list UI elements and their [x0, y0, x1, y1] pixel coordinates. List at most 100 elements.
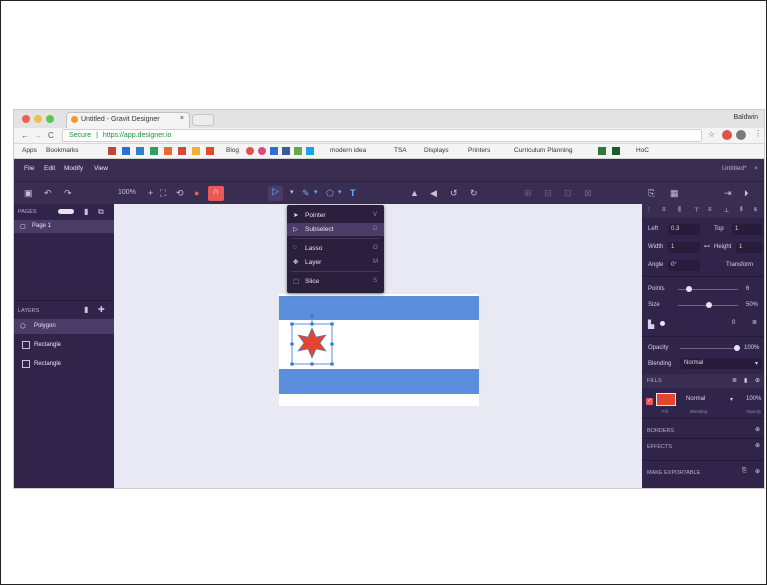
tool-dropdown-icon[interactable]: ▾ — [290, 188, 294, 196]
magnet-icon[interactable]: ∩ — [208, 186, 224, 201]
tool-dropdown-icon[interactable]: ▾ — [314, 188, 318, 196]
opacity-value[interactable]: 100% — [744, 345, 759, 351]
rectangle-shape[interactable] — [279, 369, 479, 394]
size-value[interactable]: 50% — [746, 302, 758, 308]
page-item[interactable]: ▢ Page 1 — [14, 220, 114, 233]
bookmark-icon[interactable] — [282, 147, 290, 155]
polygon-star-shape[interactable] — [287, 314, 337, 370]
fit-icon[interactable]: ⛶ — [160, 188, 166, 199]
document-tab-close-icon[interactable]: × — [754, 165, 758, 172]
add-effect-icon[interactable]: ⊕ — [755, 442, 760, 449]
shape-tool-icon[interactable]: ⬠ — [326, 188, 334, 199]
align-bottom-icon[interactable]: ⊥ — [724, 207, 729, 214]
boolean-icon[interactable]: ⊟ — [544, 188, 552, 199]
maximize-window-icon[interactable] — [46, 115, 54, 123]
bookmark-item[interactable]: Printers — [468, 147, 490, 154]
undo-icon[interactable]: ↶ — [44, 188, 52, 199]
chevron-down-icon[interactable]: ▾ — [730, 396, 733, 403]
delete-layer-icon[interactable]: ▮ — [84, 305, 88, 314]
add-fill-icon[interactable]: ⊕ — [755, 377, 760, 384]
bookmark-item[interactable]: Displays — [424, 147, 449, 154]
bookmark-icon[interactable] — [246, 147, 254, 155]
menu-item-pointer[interactable]: ➤ Pointer V — [287, 209, 384, 222]
fill-enabled-checkbox[interactable]: ✓ — [646, 398, 653, 405]
layer-item-rectangle[interactable]: Rectangle — [14, 357, 114, 372]
align-right-icon[interactable]: ⫼ — [678, 207, 681, 214]
forward-icon[interactable]: → — [34, 131, 42, 140]
pages-toggle[interactable] — [58, 209, 74, 214]
pointer-tool-icon[interactable]: ▷ — [268, 186, 283, 201]
export-settings-icon[interactable]: ⎘ — [742, 468, 747, 475]
bookmark-icon[interactable] — [612, 147, 620, 155]
distribute-icon[interactable]: ⫴ — [740, 207, 743, 214]
menu-view[interactable]: View — [94, 165, 108, 172]
size-slider-handle[interactable] — [706, 302, 712, 308]
bookmark-icon[interactable] — [598, 147, 606, 155]
bookmark-icon[interactable] — [206, 147, 214, 155]
width-input[interactable]: 1 — [668, 242, 700, 253]
bookmark-icon[interactable] — [164, 147, 172, 155]
top-input[interactable]: 1 — [732, 224, 762, 235]
browser-menu-icon[interactable]: ⋮ — [754, 129, 762, 138]
align-left-icon[interactable]: ⫶ — [648, 207, 650, 214]
distribute-icon[interactable]: ⫵ — [754, 207, 757, 214]
menu-modify[interactable]: Modify — [64, 165, 83, 172]
corner-options-icon[interactable]: ≣ — [752, 319, 757, 326]
lock-ratio-icon[interactable]: ⊷ — [704, 243, 710, 250]
browser-user-name[interactable]: Baldwin — [733, 114, 758, 121]
opacity-slider-handle[interactable] — [734, 345, 740, 351]
height-input[interactable]: 1 — [736, 242, 762, 253]
corner-value[interactable]: 0 — [732, 320, 735, 326]
bookmark-item[interactable]: Apps — [22, 147, 37, 154]
corner-slider-handle[interactable] — [660, 321, 665, 326]
rotate-right-icon[interactable]: ↻ — [470, 188, 478, 199]
bookmark-icon[interactable] — [294, 147, 302, 155]
boolean-icon[interactable]: ⊡ — [564, 188, 572, 199]
rotate-icon[interactable]: ⟲ — [176, 188, 184, 199]
tool-dropdown-icon[interactable]: ▾ — [338, 188, 342, 196]
save-icon[interactable]: ▣ — [24, 188, 33, 199]
layer-item-polygon[interactable]: ⬡ Polygon — [14, 319, 114, 334]
bookmark-icon[interactable] — [122, 147, 130, 155]
fill-color-icon[interactable]: ● — [194, 188, 199, 198]
new-tab-button[interactable] — [192, 114, 214, 126]
menu-item-layer[interactable]: ✥ Layer M — [287, 256, 384, 269]
close-window-icon[interactable] — [22, 115, 30, 123]
bookmark-icon[interactable] — [270, 147, 278, 155]
align-icon[interactable]: ▲ — [410, 188, 419, 198]
menu-item-subselect[interactable]: ▷ Subselect D — [287, 223, 384, 236]
rotate-left-icon[interactable]: ↺ — [450, 188, 458, 199]
delete-page-icon[interactable]: ▮ — [84, 207, 88, 216]
bookmark-item[interactable]: Blog — [226, 147, 239, 154]
pen-tool-icon[interactable]: ✎ — [302, 188, 310, 199]
star-bookmark-icon[interactable]: ☆ — [708, 130, 715, 139]
add-page-icon[interactable]: ⧉ — [98, 207, 104, 217]
flip-icon[interactable]: ◀ — [430, 188, 437, 199]
reload-icon[interactable]: C — [48, 131, 54, 140]
align-center-icon[interactable]: ≡ — [662, 207, 666, 213]
present-icon[interactable]: ▦ — [670, 188, 679, 199]
extension-icon[interactable] — [722, 130, 732, 140]
menu-item-slice[interactable]: ⬚ Slice S — [287, 275, 384, 288]
blending-select[interactable]: Normal ▾ — [680, 358, 762, 369]
add-layer-icon[interactable]: ✚ — [98, 305, 105, 314]
bookmark-item[interactable]: Curriculum Planning — [514, 147, 573, 154]
url-field[interactable]: Secure | https://app.designer.io — [62, 129, 702, 142]
transform-button[interactable]: Transform — [726, 262, 753, 268]
zoom-in-icon[interactable]: + — [148, 188, 153, 198]
menu-edit[interactable]: Edit — [44, 165, 55, 172]
fill-blend-select[interactable]: Normal — [686, 396, 705, 402]
bookmark-icon[interactable] — [192, 147, 200, 155]
boolean-icon[interactable]: ⊠ — [584, 188, 592, 199]
align-top-icon[interactable]: ⊤ — [694, 207, 699, 214]
boolean-icon[interactable]: ⊞ — [524, 188, 532, 199]
bookmark-item[interactable]: HoC — [636, 147, 649, 154]
fill-color-swatch[interactable] — [656, 393, 676, 406]
angle-input[interactable]: 0° — [668, 260, 700, 271]
add-border-icon[interactable]: ⊕ — [755, 426, 760, 433]
layer-item-rectangle[interactable]: Rectangle — [14, 338, 114, 353]
points-value[interactable]: 6 — [746, 286, 749, 292]
bookmark-item[interactable]: Bookmarks — [46, 147, 79, 154]
minimize-window-icon[interactable] — [34, 115, 42, 123]
export-icon[interactable]: ⇥ — [724, 188, 732, 199]
